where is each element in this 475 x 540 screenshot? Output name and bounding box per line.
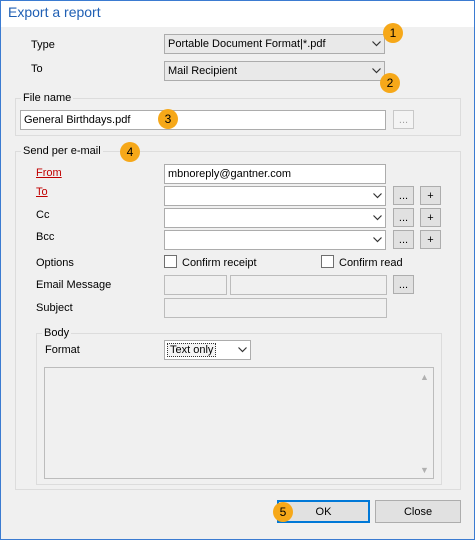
file-name-group-title: File name [21, 92, 74, 104]
chevron-down-icon [234, 341, 250, 359]
to-label: To [31, 63, 43, 75]
file-name-value: General Birthdays.pdf [24, 114, 131, 126]
to-browse-button[interactable]: ... [393, 186, 414, 205]
format-select[interactable]: Text only [164, 340, 251, 360]
callout-badge-5: 5 [273, 502, 293, 522]
bcc-add-button[interactable]: + [420, 230, 441, 249]
subject-input[interactable] [164, 298, 387, 318]
cc-browse-button[interactable]: ... [393, 208, 414, 227]
format-select-value: Text only [167, 343, 217, 357]
body-group-title: Body [42, 327, 72, 339]
scroll-up-icon[interactable]: ▲ [417, 369, 432, 384]
chevron-down-icon [369, 209, 385, 227]
body-scrollbar[interactable]: ▲ ▼ [417, 369, 432, 477]
options-label: Options [36, 257, 74, 269]
callout-badge-3: 3 [158, 109, 178, 129]
from-value: mbnoreply@gantner.com [168, 168, 292, 180]
confirm-receipt-label[interactable]: Confirm receipt [182, 257, 257, 269]
to-select-value: Mail Recipient [168, 65, 238, 77]
email-message-field-2 [230, 275, 387, 295]
to-recipient-select[interactable] [164, 186, 386, 206]
format-label: Format [45, 344, 80, 356]
title-bar: Export a report [1, 1, 474, 27]
cc-label: Cc [36, 209, 50, 221]
email-message-label: Email Message [36, 279, 112, 291]
bcc-label: Bcc [36, 231, 55, 243]
confirm-receipt-checkbox[interactable] [164, 255, 177, 268]
bcc-select[interactable] [164, 230, 386, 250]
bcc-browse-button[interactable]: ... [393, 230, 414, 249]
to-recipient-label[interactable]: To [36, 186, 48, 198]
chevron-down-icon [369, 231, 385, 249]
to-add-button[interactable]: + [420, 186, 441, 205]
type-label: Type [31, 39, 55, 51]
export-report-dialog: Export a report Type Portable Document F… [0, 0, 475, 540]
cc-select[interactable] [164, 208, 386, 228]
chevron-down-icon [368, 35, 384, 53]
email-message-browse-button[interactable]: ... [393, 275, 414, 294]
window-title: Export a report [8, 4, 101, 20]
callout-badge-2: 2 [380, 73, 400, 93]
send-email-group-title: Send per e-mail [21, 145, 103, 157]
callout-badge-4: 4 [120, 142, 140, 162]
from-input[interactable]: mbnoreply@gantner.com [164, 164, 386, 184]
from-label[interactable]: From [36, 167, 62, 179]
confirm-read-checkbox[interactable] [321, 255, 334, 268]
file-name-input[interactable]: General Birthdays.pdf [20, 110, 386, 130]
email-message-field-1 [164, 275, 227, 295]
scroll-down-icon[interactable]: ▼ [417, 462, 432, 477]
confirm-read-label[interactable]: Confirm read [339, 257, 403, 269]
to-select[interactable]: Mail Recipient [164, 61, 385, 81]
body-textarea[interactable]: ▲ ▼ [44, 367, 434, 479]
type-select[interactable]: Portable Document Format|*.pdf [164, 34, 385, 54]
file-browse-button[interactable]: ... [393, 110, 414, 129]
subject-label: Subject [36, 302, 73, 314]
cc-add-button[interactable]: + [420, 208, 441, 227]
type-select-value: Portable Document Format|*.pdf [168, 38, 326, 50]
callout-badge-1: 1 [383, 23, 403, 43]
close-button[interactable]: Close [375, 500, 461, 523]
chevron-down-icon [369, 187, 385, 205]
